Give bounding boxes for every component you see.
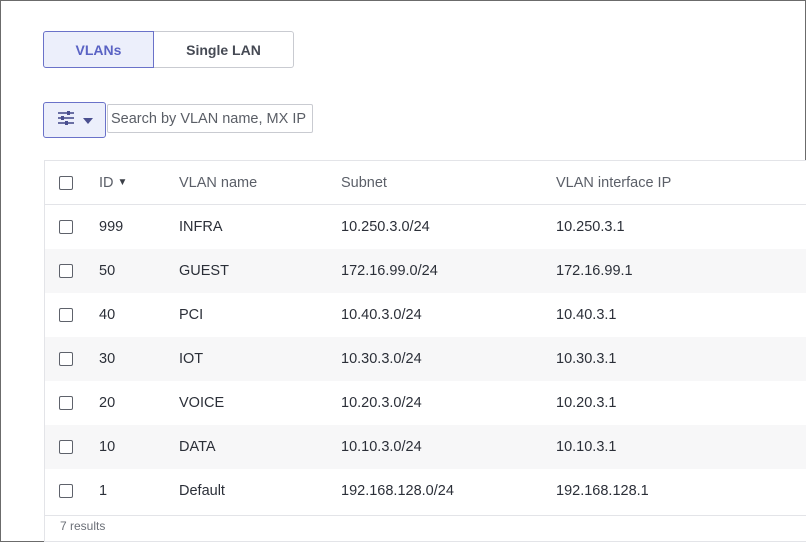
- row-vlan-name: GUEST: [179, 263, 229, 279]
- row-id: 20: [99, 395, 116, 411]
- row-subnet: 10.30.3.0/24: [341, 351, 422, 367]
- sliders-icon: [57, 110, 75, 131]
- row-vlan-name: VOICE: [179, 395, 225, 411]
- row-id: 10: [99, 439, 116, 455]
- row-vlan-interface-ip: 10.10.3.1: [556, 439, 617, 455]
- row-vlan-interface-ip: 172.16.99.1: [556, 263, 633, 279]
- row-subnet: 192.168.128.0/24: [341, 483, 454, 499]
- row-id: 50: [99, 263, 116, 279]
- row-vlan-name: DATA: [179, 439, 216, 455]
- column-header-subnet[interactable]: Subnet: [341, 161, 387, 204]
- table-row[interactable]: 20 VOICE 10.20.3.0/24 10.20.3.1: [45, 381, 806, 425]
- row-vlan-interface-ip: 10.30.3.1: [556, 351, 617, 367]
- row-subnet: 172.16.99.0/24: [341, 263, 438, 279]
- column-header-vlan-name[interactable]: VLAN name: [179, 161, 257, 204]
- row-subnet: 10.40.3.0/24: [341, 307, 422, 323]
- row-subnet: 10.250.3.0/24: [341, 219, 430, 235]
- row-checkbox[interactable]: [59, 440, 73, 454]
- vlans-toggle-button[interactable]: VLANs: [43, 31, 154, 68]
- table-row[interactable]: 10 DATA 10.10.3.0/24 10.10.3.1: [45, 425, 806, 469]
- row-id: 999: [99, 219, 124, 235]
- row-subnet: 10.10.3.0/24: [341, 439, 422, 455]
- row-checkbox[interactable]: [59, 264, 73, 278]
- row-vlan-name: Default: [179, 483, 225, 499]
- row-vlan-interface-ip: 192.168.128.1: [556, 483, 649, 499]
- caret-down-icon: [82, 111, 93, 129]
- row-vlan-interface-ip: 10.20.3.1: [556, 395, 617, 411]
- row-checkbox[interactable]: [59, 220, 73, 234]
- results-count: 7 results: [60, 519, 106, 533]
- table-row[interactable]: 999 INFRA 10.250.3.0/24 10.250.3.1: [45, 205, 806, 249]
- vlan-table: ID ▼ VLAN name Subnet VLAN interface IP …: [44, 160, 806, 542]
- single-lan-toggle-button[interactable]: Single LAN: [154, 31, 294, 68]
- row-checkbox[interactable]: [59, 352, 73, 366]
- column-header-vlan-interface-ip[interactable]: VLAN interface IP: [556, 161, 671, 204]
- row-vlan-name: INFRA: [179, 219, 223, 235]
- row-vlan-interface-ip: 10.250.3.1: [556, 219, 625, 235]
- view-toggle: VLANs Single LAN: [43, 31, 294, 68]
- row-id: 30: [99, 351, 116, 367]
- table-row[interactable]: 1 Default 192.168.128.0/24 192.168.128.1: [45, 469, 806, 513]
- row-id: 1: [99, 483, 108, 499]
- row-checkbox[interactable]: [59, 396, 73, 410]
- row-vlan-name: IOT: [179, 351, 204, 367]
- table-header: ID ▼ VLAN name Subnet VLAN interface IP: [45, 161, 806, 205]
- row-checkbox[interactable]: [59, 308, 73, 322]
- row-vlan-interface-ip: 10.40.3.1: [556, 307, 617, 323]
- table-row[interactable]: 50 GUEST 172.16.99.0/24 172.16.99.1: [45, 249, 806, 293]
- row-vlan-name: PCI: [179, 307, 204, 323]
- row-id: 40: [99, 307, 116, 323]
- row-checkbox[interactable]: [59, 484, 73, 498]
- search-input[interactable]: [107, 104, 313, 133]
- table-row[interactable]: 40 PCI 10.40.3.0/24 10.40.3.1: [45, 293, 806, 337]
- column-header-id[interactable]: ID ▼: [99, 161, 127, 204]
- filter-button[interactable]: [43, 102, 106, 138]
- table-footer-divider: [45, 515, 806, 516]
- row-subnet: 10.20.3.0/24: [341, 395, 422, 411]
- table-row[interactable]: 30 IOT 10.30.3.0/24 10.30.3.1: [45, 337, 806, 381]
- app-window: VLANs Single LAN ID ▼ VLAN name: [0, 0, 806, 542]
- select-all-checkbox[interactable]: [59, 175, 73, 190]
- sort-descending-icon: ▼: [117, 177, 128, 188]
